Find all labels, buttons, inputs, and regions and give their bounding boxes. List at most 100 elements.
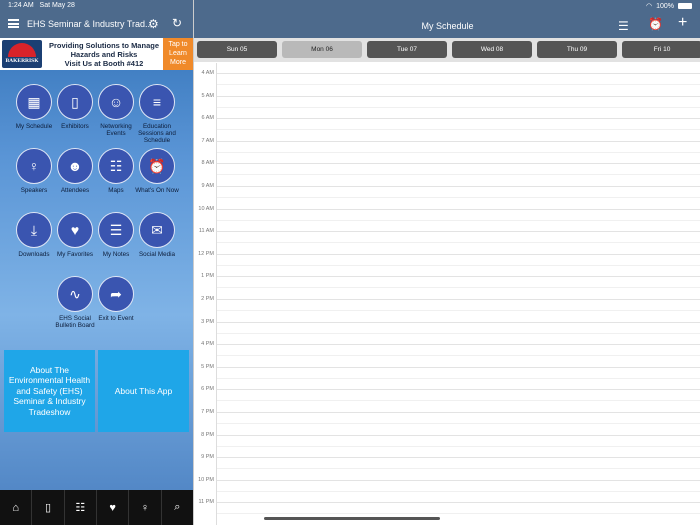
home-icon[interactable]: ⌂ bbox=[0, 490, 33, 525]
add-icon[interactable]: + bbox=[678, 14, 687, 32]
about-app-button[interactable]: About This App bbox=[98, 350, 189, 432]
tile-exit-event[interactable]: ➦ Exit to Event bbox=[93, 276, 139, 322]
hour-row: 11 AM bbox=[194, 228, 700, 251]
tile-whats-on-now[interactable]: ⏰ What's On Now bbox=[134, 148, 180, 194]
speaker-icon[interactable]: ♀ bbox=[129, 490, 162, 525]
banner-subline: Visit Us at Booth #412 bbox=[64, 59, 144, 68]
tile-exhibitors[interactable]: ▯ Exhibitors bbox=[52, 84, 98, 130]
list-view-icon[interactable]: ☰ bbox=[618, 19, 629, 33]
hour-label: 12 PM bbox=[198, 250, 214, 257]
day-tab[interactable]: Sun 05 bbox=[197, 41, 277, 58]
hour-label: 4 AM bbox=[201, 70, 214, 76]
hour-row: 2 PM bbox=[194, 296, 700, 319]
tile-my-notes[interactable]: ☰ My Notes bbox=[93, 212, 139, 258]
tile-my-favorites[interactable]: ♥ My Favorites bbox=[52, 212, 98, 258]
about-event-button[interactable]: About The Environmental Health and Safet… bbox=[4, 350, 95, 432]
search-icon[interactable]: ⌕ bbox=[162, 490, 193, 525]
hour-row: 6 AM bbox=[194, 115, 700, 138]
day-tab[interactable]: Thu 09 bbox=[537, 41, 617, 58]
tile-label: My Schedule bbox=[15, 123, 53, 130]
tile-downloads[interactable]: ⤓ Downloads bbox=[11, 212, 57, 258]
tile-label: Attendees bbox=[60, 187, 90, 194]
pulse-icon: ∿ bbox=[57, 276, 93, 312]
status-right: ◠ 100% bbox=[646, 2, 692, 10]
battery-icon bbox=[678, 3, 692, 9]
left-panel: EHS Seminar & Industry Trad... ⚙ ↻ BAKER… bbox=[0, 0, 193, 525]
hour-line bbox=[217, 321, 700, 323]
phone-icon[interactable]: ▯ bbox=[32, 490, 65, 525]
hour-line bbox=[217, 412, 700, 413]
banner-cta[interactable]: Tap to Learn More bbox=[163, 38, 193, 70]
hour-label: 7 PM bbox=[201, 409, 214, 415]
half-hour-line bbox=[217, 377, 700, 379]
day-tab[interactable]: Fri 10 bbox=[622, 41, 700, 58]
tile-my-schedule[interactable]: ▦ My Schedule bbox=[11, 84, 57, 130]
right-panel: My Schedule ☰ ⏰ + Sun 05 Mon 06 Tue 07 Wed … bbox=[193, 0, 700, 525]
tile-attendees[interactable]: ☻ Attendees bbox=[52, 148, 98, 194]
day-selector: Sun 05 Mon 06 Tue 07 Wed 08 Thu 09 Fri 10 bbox=[194, 38, 700, 62]
heart-icon[interactable]: ♥ bbox=[97, 490, 130, 525]
hour-label: 11 AM bbox=[198, 228, 214, 235]
half-hour-line bbox=[217, 242, 700, 244]
hour-label: 9 AM bbox=[201, 183, 214, 189]
hour-line bbox=[217, 389, 700, 391]
half-hour-line bbox=[217, 310, 700, 311]
grid-icon[interactable]: ☷ bbox=[65, 490, 97, 525]
half-hour-line bbox=[217, 355, 700, 357]
hour-line bbox=[217, 434, 700, 436]
tile-label: Exit to Event bbox=[98, 315, 134, 322]
half-hour-line bbox=[217, 445, 700, 447]
day-tab[interactable]: Mon 06 bbox=[282, 41, 362, 58]
grid-icon: ☷ bbox=[98, 148, 134, 184]
status-time: 1:24 AM bbox=[8, 2, 34, 9]
half-hour-line bbox=[217, 197, 700, 198]
hour-label: 5 PM bbox=[201, 363, 214, 370]
half-hour-line bbox=[217, 151, 700, 153]
hour-line bbox=[217, 457, 700, 459]
bottom-tab-bar: ⌂ ▯ ☷ ♥ ♀ ⌕ bbox=[0, 490, 193, 525]
hour-line bbox=[217, 479, 700, 481]
tile-label: Exhibitors bbox=[61, 123, 89, 130]
battery-percent: 100% bbox=[656, 2, 674, 10]
hour-row: 8 AM bbox=[194, 160, 700, 183]
share-arrow-icon: ➦ bbox=[98, 276, 134, 312]
hour-line bbox=[217, 253, 700, 255]
alarm-clock-icon[interactable]: ⏰ bbox=[648, 17, 663, 31]
half-hour-line bbox=[217, 468, 700, 470]
hamburger-menu-icon[interactable] bbox=[8, 19, 19, 28]
tile-maps[interactable]: ☷ Maps bbox=[93, 148, 139, 194]
hour-label: 7 AM bbox=[201, 137, 214, 144]
tile-label: My Notes bbox=[102, 251, 130, 258]
half-hour-line bbox=[217, 400, 700, 402]
tile-education-sessions[interactable]: ≡ Education Sessions and Schedule bbox=[134, 84, 180, 145]
day-tab[interactable]: Wed 08 bbox=[452, 41, 532, 58]
hour-row: 12 PM bbox=[194, 251, 700, 274]
half-hour-line bbox=[217, 332, 700, 334]
list-icon: ☰ bbox=[98, 212, 134, 248]
tile-label: Networking Events bbox=[100, 123, 132, 138]
tile-social-media[interactable]: ✉ Social Media bbox=[134, 212, 180, 258]
tile-speakers[interactable]: ♀ Speakers bbox=[11, 148, 57, 194]
gear-icon[interactable]: ⚙ bbox=[148, 17, 159, 31]
half-hour-line bbox=[217, 106, 700, 108]
hour-row: 7 AM bbox=[194, 138, 700, 161]
hour-label: 1 PM bbox=[201, 273, 214, 280]
hour-row: 4 PM bbox=[194, 341, 700, 364]
hour-row: 5 PM bbox=[194, 364, 700, 387]
people-icon: ☺ bbox=[98, 84, 134, 120]
hour-label: 6 AM bbox=[201, 115, 214, 122]
refresh-icon[interactable]: ↻ bbox=[172, 16, 182, 30]
tile-label: Downloads bbox=[18, 251, 50, 258]
tile-label: What's On Now bbox=[135, 187, 179, 194]
sponsor-banner[interactable]: BAKERRISK Providing Solutions to Manage … bbox=[0, 38, 193, 70]
hour-label: 8 AM bbox=[201, 160, 214, 167]
alarm-clock-icon: ⏰ bbox=[139, 148, 175, 184]
tile-networking-events[interactable]: ☺ Networking Events bbox=[93, 84, 139, 137]
tile-social-bulletin[interactable]: ∿ EHS Social Bulletin Board bbox=[52, 276, 98, 329]
schedule-timeline[interactable]: 4 AM 5 AM 6 AM 7 AM 8 AM 9 AM 10 AM 11 AM 12 PM 1… bbox=[194, 63, 700, 525]
wifi-icon: ◠ bbox=[645, 3, 653, 10]
hour-row: 4 AM bbox=[194, 70, 700, 93]
hour-label: 5 AM bbox=[201, 92, 214, 99]
hour-row: 5 AM bbox=[194, 93, 700, 116]
day-tab[interactable]: Tue 07 bbox=[367, 41, 447, 58]
